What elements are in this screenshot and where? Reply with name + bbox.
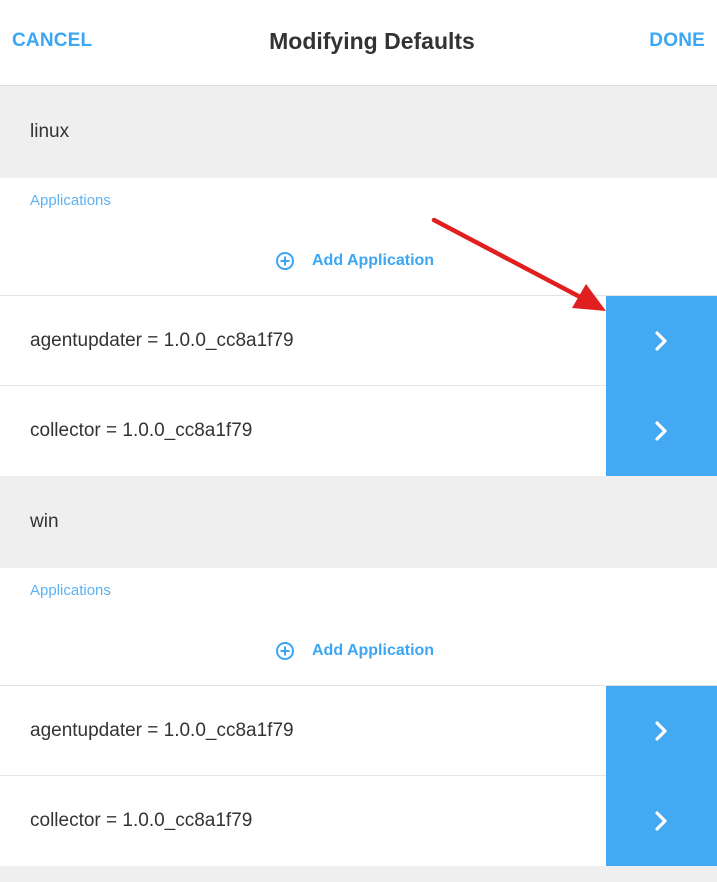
application-text: agentupdater = 1.0.0_cc8a1f79 — [30, 330, 294, 351]
group-linux: linux Applications Add Application agent… — [0, 86, 717, 476]
chevron-right-icon — [655, 331, 667, 351]
application-row[interactable]: collector = 1.0.0_cc8a1f79 — [0, 776, 717, 866]
chevron-right-icon — [655, 811, 667, 831]
application-text: collector = 1.0.0_cc8a1f79 — [30, 810, 253, 831]
group-header: win — [0, 476, 717, 568]
chevron-right-icon — [655, 421, 667, 441]
application-row[interactable]: agentupdater = 1.0.0_cc8a1f79 — [0, 686, 717, 776]
applications-section: Applications Add Application — [0, 568, 717, 686]
open-application-button[interactable] — [606, 686, 717, 776]
application-row[interactable]: collector = 1.0.0_cc8a1f79 — [0, 386, 717, 476]
open-application-button[interactable] — [606, 776, 717, 866]
next-group-header-edge — [0, 866, 717, 882]
application-text: collector = 1.0.0_cc8a1f79 — [30, 420, 253, 441]
page-title: Modifying Defaults — [269, 28, 475, 54]
add-application-label: Add Application — [312, 252, 435, 269]
group-header: linux — [0, 86, 717, 178]
open-application-button[interactable] — [606, 296, 717, 386]
group-win: win Applications Add Application agentup… — [0, 476, 717, 866]
applications-label: Applications — [30, 582, 111, 599]
open-application-button[interactable] — [606, 386, 717, 476]
add-application-label: Add Application — [312, 642, 435, 659]
chevron-right-icon — [655, 721, 667, 741]
add-application-button[interactable]: Add Application — [276, 642, 434, 660]
applications-label: Applications — [30, 192, 111, 209]
plus-circle-icon — [276, 252, 294, 270]
plus-circle-icon — [276, 642, 294, 660]
application-row[interactable]: agentupdater = 1.0.0_cc8a1f79 — [0, 296, 717, 386]
top-bar: CANCEL Modifying Defaults DONE — [0, 0, 717, 86]
done-button[interactable]: DONE — [649, 30, 705, 52]
applications-section: Applications Add Application — [0, 178, 717, 296]
add-application-button[interactable]: Add Application — [276, 252, 434, 270]
application-text: agentupdater = 1.0.0_cc8a1f79 — [30, 720, 294, 741]
